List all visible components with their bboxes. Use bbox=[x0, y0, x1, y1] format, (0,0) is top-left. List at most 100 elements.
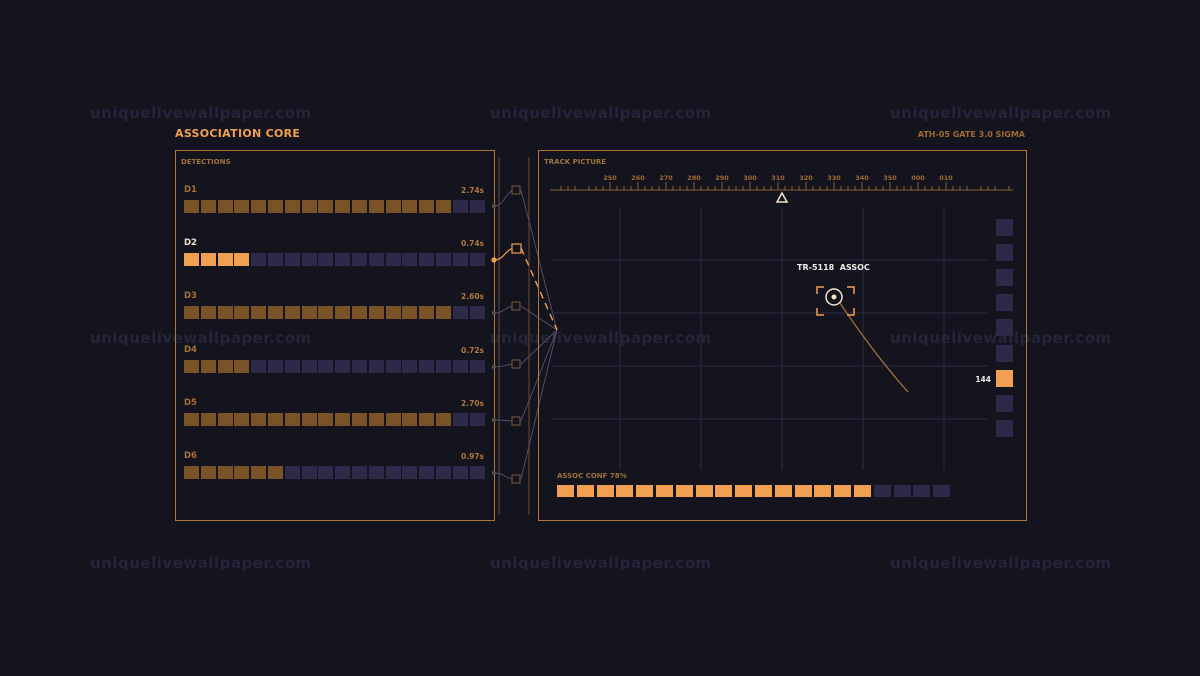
detection-cell[interactable] bbox=[385, 412, 401, 426]
detection-cell[interactable] bbox=[452, 466, 468, 479]
track-stack-cell[interactable] bbox=[996, 219, 1013, 236]
detection-cell[interactable] bbox=[469, 359, 485, 373]
detection-cell[interactable] bbox=[184, 359, 199, 373]
detection-cell[interactable] bbox=[284, 253, 300, 267]
detection-cell[interactable] bbox=[436, 412, 451, 426]
detection-cell[interactable] bbox=[301, 412, 317, 426]
track-stack-cell[interactable] bbox=[996, 319, 1013, 337]
detection-cell[interactable] bbox=[217, 200, 233, 213]
detection-cell[interactable] bbox=[469, 306, 485, 320]
detection-cell[interactable] bbox=[301, 200, 317, 213]
detection-cell[interactable] bbox=[402, 200, 418, 213]
detection-cell[interactable] bbox=[385, 306, 401, 320]
detection-cell[interactable] bbox=[184, 306, 199, 320]
detection-cell[interactable] bbox=[301, 359, 317, 373]
detection-cell[interactable] bbox=[368, 200, 384, 213]
detection-cell[interactable] bbox=[217, 412, 233, 426]
detection-cell[interactable] bbox=[385, 359, 401, 373]
detection-cell[interactable] bbox=[268, 412, 283, 426]
detection-cell[interactable] bbox=[335, 412, 351, 426]
detection-cell[interactable] bbox=[335, 253, 351, 267]
detection-cell[interactable] bbox=[352, 306, 367, 320]
detection-cell[interactable] bbox=[217, 359, 233, 373]
detection-cell[interactable] bbox=[284, 359, 300, 373]
detection-cell[interactable] bbox=[200, 253, 216, 267]
detection-cell[interactable] bbox=[318, 466, 334, 479]
detection-cell[interactable] bbox=[436, 200, 451, 213]
detection-cell[interactable] bbox=[419, 306, 435, 320]
detection-cell[interactable] bbox=[335, 359, 351, 373]
detection-cell[interactable] bbox=[385, 466, 401, 479]
track-stack-cell[interactable] bbox=[996, 269, 1013, 287]
detection-cell[interactable] bbox=[452, 359, 468, 373]
track-stack-cell[interactable] bbox=[996, 419, 1013, 437]
detection-cell[interactable] bbox=[402, 412, 418, 426]
detection-cell[interactable] bbox=[385, 253, 401, 267]
detection-cell[interactable] bbox=[284, 306, 300, 320]
detection-cell[interactable] bbox=[217, 306, 233, 320]
detection-cell[interactable] bbox=[335, 200, 351, 213]
detection-cell[interactable] bbox=[251, 253, 267, 267]
track-stack-cell[interactable] bbox=[996, 244, 1013, 262]
detection-cell[interactable] bbox=[352, 200, 367, 213]
track-stack-cell[interactable] bbox=[996, 394, 1013, 412]
detection-cell[interactable] bbox=[184, 466, 199, 479]
detection-cell[interactable] bbox=[368, 412, 384, 426]
detection-cell[interactable] bbox=[436, 466, 451, 479]
detection-cell[interactable] bbox=[402, 466, 418, 479]
detection-cell[interactable] bbox=[318, 412, 334, 426]
detection-cell[interactable] bbox=[268, 253, 283, 267]
detection-cell[interactable] bbox=[352, 412, 367, 426]
detection-cell[interactable] bbox=[469, 200, 485, 213]
detection-cell[interactable] bbox=[301, 253, 317, 267]
detection-cell[interactable] bbox=[251, 412, 267, 426]
detection-cell[interactable] bbox=[419, 466, 435, 479]
detection-cell[interactable] bbox=[200, 359, 216, 373]
detection-cell[interactable] bbox=[284, 466, 300, 479]
detection-cell[interactable] bbox=[436, 359, 451, 373]
detection-cell[interactable] bbox=[234, 466, 250, 479]
detection-cell[interactable] bbox=[268, 466, 283, 479]
detection-cell[interactable] bbox=[217, 253, 233, 267]
track-stack-cell[interactable] bbox=[996, 344, 1013, 362]
detection-cell[interactable] bbox=[200, 200, 216, 213]
detection-cell[interactable] bbox=[419, 412, 435, 426]
detection-cell[interactable] bbox=[284, 200, 300, 213]
detection-cell[interactable] bbox=[419, 359, 435, 373]
detection-cell[interactable] bbox=[469, 466, 485, 479]
detection-cell[interactable] bbox=[318, 253, 334, 267]
detection-cell[interactable] bbox=[419, 253, 435, 267]
detection-cell[interactable] bbox=[234, 359, 250, 373]
detection-cell[interactable] bbox=[234, 253, 250, 267]
detection-cell[interactable] bbox=[200, 412, 216, 426]
track-stack-cell[interactable] bbox=[996, 294, 1013, 312]
detection-cell[interactable] bbox=[368, 466, 384, 479]
detection-cell[interactable] bbox=[268, 200, 283, 213]
detection-cell[interactable] bbox=[268, 359, 283, 373]
detection-cell[interactable] bbox=[251, 306, 267, 320]
track-label[interactable]: TR-5118 ASSOC bbox=[797, 263, 870, 272]
detection-cell[interactable] bbox=[318, 306, 334, 320]
detection-cell[interactable] bbox=[352, 253, 367, 267]
detection-cell[interactable] bbox=[268, 306, 283, 320]
detection-cell[interactable] bbox=[402, 359, 418, 373]
detection-cell[interactable] bbox=[335, 466, 351, 479]
detection-cell[interactable] bbox=[251, 466, 267, 479]
detection-cell[interactable] bbox=[352, 359, 367, 373]
detection-cell[interactable] bbox=[318, 200, 334, 213]
detection-cell[interactable] bbox=[301, 306, 317, 320]
detection-cell[interactable] bbox=[234, 306, 250, 320]
detection-cell[interactable] bbox=[402, 306, 418, 320]
detection-cell[interactable] bbox=[184, 200, 199, 213]
detection-cell[interactable] bbox=[200, 306, 216, 320]
detection-cell[interactable] bbox=[419, 200, 435, 213]
detection-cell[interactable] bbox=[368, 306, 384, 320]
detection-cell[interactable] bbox=[234, 412, 250, 426]
detection-cell[interactable] bbox=[436, 306, 451, 320]
detection-cell[interactable] bbox=[301, 466, 317, 479]
detection-cell[interactable] bbox=[452, 253, 468, 267]
detection-cell[interactable] bbox=[284, 412, 300, 426]
detection-cell[interactable] bbox=[452, 412, 468, 426]
detection-cell[interactable] bbox=[368, 359, 384, 373]
detection-cell[interactable] bbox=[200, 466, 216, 479]
